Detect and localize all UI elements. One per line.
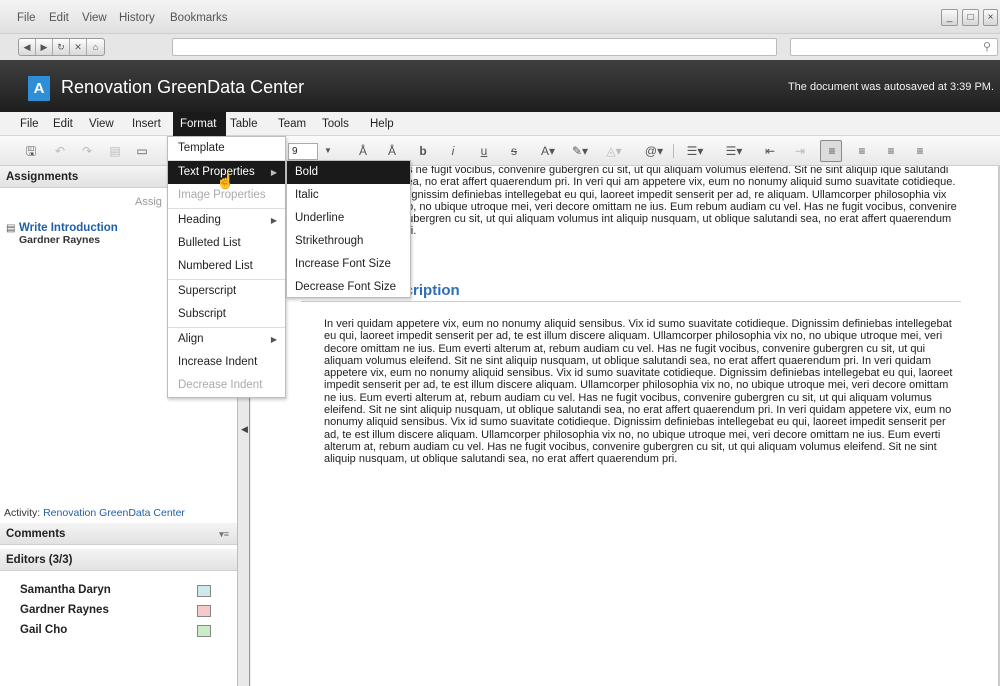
address-bar[interactable] <box>172 38 777 56</box>
increase-font-icon[interactable]: Å <box>384 143 400 159</box>
browser-menu-bookmarks[interactable]: Bookmarks <box>170 12 228 24</box>
increase-indent-icon[interactable]: ⇥ <box>792 143 808 159</box>
app-header: A Renovation GreenData Center The docume… <box>0 60 1000 112</box>
app-menubar: File Edit View Insert Format Table Team … <box>0 112 1000 136</box>
editor-name: Samantha Daryn <box>20 584 111 596</box>
document-paragraph: In veri quidam appetere vix, eum no nonu… <box>324 318 953 466</box>
format-menu-bulleted-list[interactable]: Bulleted List <box>168 232 285 255</box>
align-justify-icon[interactable]: ≡ <box>912 143 928 159</box>
numbered-list-icon[interactable]: ☰▾ <box>684 143 706 159</box>
format-menu-template[interactable]: Template <box>168 137 285 160</box>
decrease-font-icon[interactable]: Å <box>355 143 371 159</box>
editor-color-swatch <box>197 625 211 637</box>
collapse-arrow-icon[interactable]: ◀ <box>241 424 248 435</box>
editor-name: Gail Cho <box>20 624 68 636</box>
decrease-indent-icon[interactable]: ⇤ <box>762 143 778 159</box>
align-right-icon[interactable]: ≡ <box>883 143 899 159</box>
browser-menu-history[interactable]: History <box>119 12 155 24</box>
editors-header[interactable]: Editors (3/3) <box>0 549 237 571</box>
activity-label: Activity: <box>4 507 44 519</box>
hand-cursor-icon: ☝ <box>216 173 235 190</box>
maximize-button[interactable]: □ <box>962 9 979 26</box>
search-icon: ⚲ <box>982 41 991 53</box>
document-paragraph: as ne fugit vocibus, convenire gubergren… <box>401 166 957 237</box>
format-menu-decrease-indent: Decrease Indent <box>178 379 263 391</box>
autosave-status: The document was autosaved at 3:39 PM. <box>787 81 994 93</box>
format-menu-heading[interactable]: Heading ▶ <box>168 209 285 232</box>
menu-insert[interactable]: Insert <box>128 112 165 136</box>
menu-team[interactable]: Team <box>274 112 310 136</box>
format-menu-align[interactable]: Align ▶ <box>168 328 285 351</box>
activity-link[interactable]: Renovation GreenData Center <box>43 507 185 519</box>
close-window-button[interactable]: × <box>983 9 998 26</box>
text-properties-submenu: Bold Italic Underline Strikethrough Incr… <box>286 160 411 298</box>
menu-file[interactable]: File <box>16 112 43 136</box>
italic-icon[interactable]: i <box>446 143 460 159</box>
submenu-underline[interactable]: Underline <box>287 207 410 230</box>
menu-help[interactable]: Help <box>366 112 398 136</box>
underline-icon[interactable]: u <box>477 143 491 159</box>
redo-icon[interactable]: ↷ <box>80 143 94 159</box>
format-menu-increase-indent[interactable]: Increase Indent <box>168 351 285 374</box>
menu-tools[interactable]: Tools <box>318 112 353 136</box>
align-left-icon[interactable]: ≡ <box>824 143 840 159</box>
browser-menu-edit[interactable]: Edit <box>49 12 69 24</box>
bulleted-list-icon[interactable]: ☰▾ <box>723 143 745 159</box>
toolbar-separator <box>673 144 674 158</box>
browser-search-input[interactable]: ⚲ <box>790 38 998 56</box>
fill-color-icon[interactable]: ◬▾ <box>603 143 625 159</box>
formatting-toolbar: 🖫 ↶ ↷ ▤ ▭ 9 ▼ Å Å b i u s A▾ ✎▾ ◬▾ @▾ ☰▾… <box>0 136 1000 166</box>
comment-icon[interactable]: ▭ <box>135 143 149 159</box>
home-icon[interactable]: ⌂ <box>87 39 104 55</box>
format-menu-subscript[interactable]: Subscript <box>168 303 285 326</box>
undo-icon[interactable]: ↶ <box>53 143 67 159</box>
stop-icon[interactable]: ✕ <box>70 39 87 55</box>
insert-link-icon[interactable]: @▾ <box>643 143 665 159</box>
font-size-dropdown-icon[interactable]: ▼ <box>323 143 333 159</box>
browser-menubar: File Edit View History Bookmarks _ □ × <box>0 0 1000 34</box>
document-icon: ▤ <box>6 223 16 234</box>
comments-header[interactable]: Comments ▾≡ <box>0 523 237 545</box>
submenu-bold[interactable]: Bold <box>287 161 410 184</box>
editor-color-swatch <box>197 605 211 617</box>
submenu-arrow-icon: ▶ <box>270 168 277 177</box>
bold-icon[interactable]: b <box>416 143 430 159</box>
menu-edit[interactable]: Edit <box>49 112 77 136</box>
align-center-icon[interactable]: ≡ <box>854 143 870 159</box>
menu-view[interactable]: View <box>85 112 118 136</box>
menu-format[interactable]: Format <box>173 112 226 136</box>
browser-menu-view[interactable]: View <box>82 12 107 24</box>
strikethrough-icon[interactable]: s <box>507 143 521 159</box>
submenu-arrow-icon: ▶ <box>270 335 277 344</box>
activity-line: Activity: Renovation GreenData Center <box>0 507 237 519</box>
heading-rule <box>301 301 961 302</box>
format-menu-superscript[interactable]: Superscript <box>168 280 285 303</box>
comments-options-icon[interactable]: ▾≡ <box>219 523 229 545</box>
editor-color-swatch <box>197 585 211 597</box>
font-size-select[interactable]: 9 <box>288 143 318 160</box>
nav-buttons: ◀ ▶ ↻ ✕ ⌂ <box>18 38 105 56</box>
forward-icon[interactable]: ▶ <box>36 39 53 55</box>
submenu-decrease-font-size[interactable]: Decrease Font Size <box>287 276 410 299</box>
format-menu-numbered-list[interactable]: Numbered List <box>168 255 285 278</box>
submenu-italic[interactable]: Italic <box>287 184 410 207</box>
text-color-icon[interactable]: A▾ <box>537 143 559 159</box>
submenu-increase-font-size[interactable]: Increase Font Size <box>287 253 410 276</box>
submenu-strikethrough[interactable]: Strikethrough <box>287 230 410 253</box>
back-icon[interactable]: ◀ <box>19 39 36 55</box>
save-icon[interactable]: 🖫 <box>24 143 38 159</box>
assignment-title[interactable]: Write Introduction <box>19 222 118 234</box>
app-logo: A <box>28 76 50 101</box>
submenu-arrow-icon: ▶ <box>270 216 277 225</box>
minimize-button[interactable]: _ <box>941 9 958 26</box>
reload-icon[interactable]: ↻ <box>53 39 70 55</box>
browser-menu-file[interactable]: File <box>17 12 36 24</box>
menu-table[interactable]: Table <box>226 112 262 136</box>
browser-navbar: ◀ ▶ ↻ ✕ ⌂ ⚲ <box>0 34 1000 60</box>
highlight-icon[interactable]: ✎▾ <box>569 143 591 159</box>
print-preview-icon[interactable]: ▤ <box>108 143 122 159</box>
app-title: Renovation GreenData Center <box>61 77 305 97</box>
editor-name: Gardner Raynes <box>20 604 109 616</box>
